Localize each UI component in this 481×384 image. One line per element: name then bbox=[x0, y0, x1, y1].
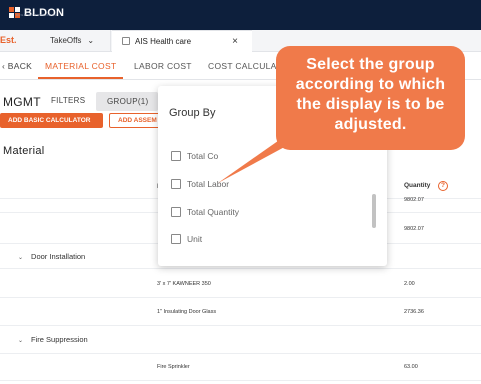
row-quantity: 63.00 bbox=[404, 364, 418, 370]
est-label: Est. bbox=[0, 35, 17, 45]
row-quantity: 9802.07 bbox=[404, 226, 424, 232]
column-header-quantity: Quantity bbox=[404, 182, 431, 189]
close-icon[interactable]: × bbox=[232, 36, 238, 47]
tab-takeoffs-label: TakeOffs bbox=[50, 36, 82, 45]
group-row-fire-suppression[interactable]: ⌄ Fire Suppression bbox=[18, 335, 88, 344]
tab-takeoffs[interactable]: TakeOffs ⌄ bbox=[38, 30, 111, 52]
checkbox[interactable] bbox=[171, 151, 181, 161]
document-icon bbox=[122, 37, 130, 45]
option-label: Total Quantity bbox=[187, 207, 239, 217]
option-label: Unit bbox=[187, 234, 203, 244]
mgmt-label: MGMT bbox=[3, 95, 41, 109]
back-button[interactable]: ‹ BACK bbox=[2, 61, 32, 71]
active-tab-indicator bbox=[38, 77, 123, 79]
row-quantity: 2.00 bbox=[404, 281, 415, 287]
option-total-quantity[interactable]: Total Quantity bbox=[171, 206, 239, 218]
top-bar: BLDON BUILD WITH PRECISION bbox=[0, 0, 481, 30]
option-label: Total Labor bbox=[187, 179, 230, 189]
checkbox[interactable] bbox=[171, 234, 181, 244]
option-total-labor[interactable]: Total Labor bbox=[171, 178, 229, 190]
tab-material-cost[interactable]: MATERIAL COST bbox=[45, 61, 116, 71]
row-divider bbox=[0, 297, 481, 298]
row-name: Fire Sprinkler bbox=[157, 364, 190, 370]
checkbox[interactable] bbox=[171, 207, 181, 217]
help-icon[interactable]: ? bbox=[438, 181, 448, 191]
chevron-down-icon[interactable]: ⌄ bbox=[18, 337, 23, 344]
popup-scrollbar[interactable] bbox=[372, 194, 376, 228]
popup-title: Group By bbox=[169, 107, 216, 119]
row-quantity: 2736.36 bbox=[404, 309, 424, 315]
tab-labor-cost[interactable]: LABOR COST bbox=[134, 61, 192, 71]
group-label: Fire Suppression bbox=[31, 335, 88, 344]
row-name: 1" Insulating Door Glass bbox=[157, 309, 217, 315]
tab-project-label: AIS Health care bbox=[135, 37, 192, 46]
checkbox[interactable] bbox=[171, 179, 181, 189]
group-row-door-installation[interactable]: ⌄ Door Installation bbox=[18, 252, 85, 261]
row-name: 3' x 7' KAWNEER 350 bbox=[157, 281, 211, 287]
tab-project[interactable]: AIS Health care × bbox=[112, 30, 252, 52]
group-button[interactable]: GROUP(1) bbox=[96, 92, 158, 111]
tab-cost-calculation[interactable]: COST CALCULA bbox=[208, 61, 277, 71]
row-divider bbox=[0, 268, 481, 269]
chevron-down-icon[interactable]: ⌄ bbox=[18, 254, 23, 261]
logo-tagline: BUILD WITH PRECISION bbox=[16, 13, 57, 17]
tooltip-callout: Select the group according to which the … bbox=[276, 46, 465, 150]
add-basic-calculator-button[interactable]: ADD BASIC CALCULATOR bbox=[0, 113, 103, 128]
row-quantity: 9802.07 bbox=[404, 197, 424, 203]
row-divider bbox=[0, 353, 481, 354]
option-label: Total Co bbox=[187, 151, 219, 161]
option-total-cost[interactable]: Total Co bbox=[171, 150, 218, 162]
section-title: Material bbox=[3, 145, 45, 157]
group-label: Door Installation bbox=[31, 252, 86, 261]
row-divider bbox=[0, 325, 481, 326]
back-label: BACK bbox=[7, 61, 33, 71]
option-unit[interactable]: Unit bbox=[171, 233, 202, 245]
chevron-down-icon[interactable]: ⌄ bbox=[87, 36, 94, 45]
row-divider bbox=[0, 380, 481, 381]
filters-button[interactable]: FILTERS bbox=[51, 96, 85, 105]
